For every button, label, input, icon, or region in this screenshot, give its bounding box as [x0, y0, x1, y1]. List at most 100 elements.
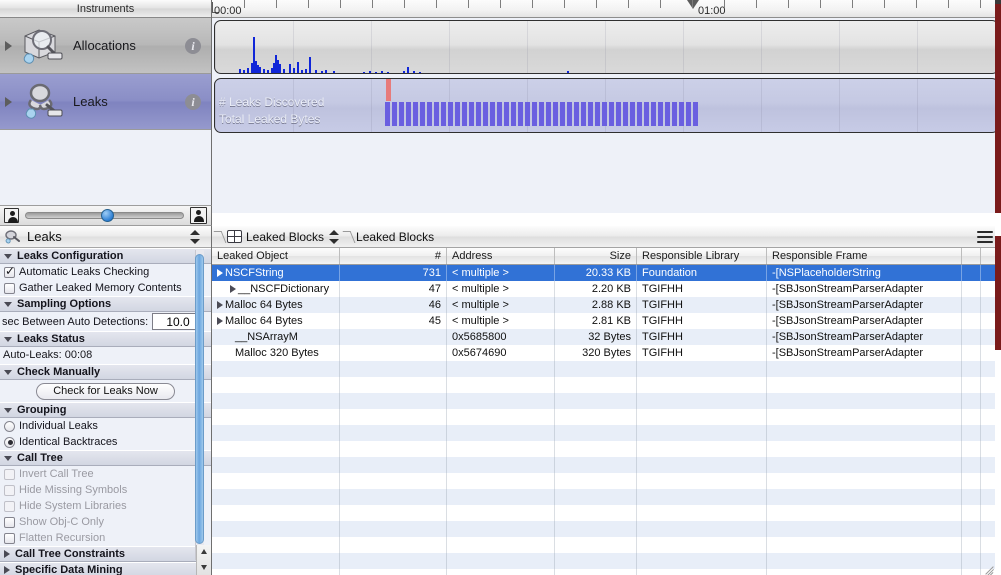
cell-empty	[767, 537, 962, 553]
disclosure-triangle-icon[interactable]	[5, 96, 12, 107]
radio-label: Individual Leaks	[19, 420, 98, 432]
instrument-label-allocations: Allocations	[73, 38, 136, 53]
section-check-manually[interactable]: Check Manually	[0, 364, 211, 380]
table-row[interactable]: Malloc 64 Bytes 45 < multiple >2.81 KB TGIF…	[212, 313, 1001, 329]
cell-object: __NSCFDictionary	[212, 281, 340, 297]
checkbox-invert-call-tree[interactable]: Invert Call Tree	[0, 466, 211, 482]
checkbox-show-objc-only[interactable]: Show Obj-C Only	[0, 514, 211, 530]
cell-empty	[340, 489, 447, 505]
column-header-address[interactable]: Address	[447, 248, 555, 264]
section-label: Sampling Options	[17, 298, 112, 310]
cell-empty	[962, 569, 981, 575]
row-disclosure-triangle-icon[interactable]	[217, 268, 223, 277]
check-for-leaks-now-button[interactable]: Check for Leaks Now	[36, 382, 175, 400]
track-zoom-slider[interactable]	[0, 205, 212, 226]
table-row-empty	[212, 457, 1001, 473]
column-header-library[interactable]: Responsible Library	[637, 248, 767, 264]
zoom-slider-track[interactable]	[25, 209, 184, 222]
radio-icon[interactable]	[4, 436, 15, 448]
breadcrumb-item-1[interactable]: Leaked Blocks	[356, 230, 434, 244]
cell-count	[340, 329, 447, 345]
total-leaked-bytes-bar	[462, 102, 467, 126]
table-row[interactable]: __NSCFDictionary 47 < multiple >2.20 KB TGI…	[212, 281, 1001, 297]
section-label: Leaks Configuration	[17, 250, 124, 262]
section-leaks-configuration[interactable]: Leaks Configuration	[0, 248, 211, 264]
checkbox-label: Automatic Leaks Checking	[19, 266, 150, 278]
inspector-scroll-arrows[interactable]	[196, 545, 211, 575]
cell-count: 46	[340, 297, 447, 313]
section-leaks-status[interactable]: Leaks Status	[0, 331, 211, 347]
checkbox-icon[interactable]	[4, 265, 15, 278]
cell-object: Malloc 64 Bytes	[212, 297, 340, 313]
zoom-slider-knob[interactable]	[101, 209, 115, 222]
cell-x1	[962, 297, 981, 313]
allocation-spike	[321, 71, 323, 73]
checkbox-icon[interactable]	[4, 500, 15, 512]
total-leaked-bytes-bar	[623, 102, 628, 126]
checkbox-icon[interactable]	[4, 484, 15, 496]
track-gridline	[449, 21, 450, 73]
instrument-row-leaks[interactable]: Leaks i	[0, 74, 211, 130]
cell-empty	[962, 553, 981, 569]
track-gridline	[371, 79, 372, 132]
column-header-size[interactable]: Size	[555, 248, 637, 264]
cell-empty	[340, 377, 447, 393]
section-call-tree-constraints[interactable]: Call Tree Constraints	[0, 546, 211, 562]
table-row[interactable]: Malloc 64 Bytes 46 < multiple >2.88 KB TGIF…	[212, 297, 1001, 313]
radio-individual-leaks[interactable]: Individual Leaks	[0, 418, 211, 434]
hamburger-icon[interactable]	[977, 231, 993, 243]
row-disclosure-triangle-icon[interactable]	[217, 300, 223, 309]
allocation-spike	[403, 71, 405, 73]
timeline-ruler[interactable]: 00:00 01:00	[212, 0, 1001, 18]
checkbox-gather-leaked-memory-contents[interactable]: Gather Leaked Memory Contents	[0, 280, 211, 296]
checkbox-icon[interactable]	[4, 468, 15, 480]
section-specific-data-mining[interactable]: Specific Data Mining	[0, 562, 211, 575]
total-leaked-bytes-bar	[497, 102, 502, 126]
updown-chevron-icon[interactable]	[190, 229, 201, 245]
checkbox-icon[interactable]	[4, 282, 15, 294]
checkbox-icon[interactable]	[4, 516, 15, 528]
total-leaked-bytes-bar	[392, 102, 397, 126]
scroll-up-arrow-icon[interactable]	[197, 545, 211, 560]
track-gridline	[215, 79, 216, 132]
checkbox-automatic-leaks-checking[interactable]: Automatic Leaks Checking	[0, 264, 211, 280]
info-icon-leaks[interactable]: i	[185, 93, 201, 110]
radio-identical-backtraces[interactable]: Identical Backtraces	[0, 434, 211, 450]
inspector-scrollbar[interactable]	[195, 250, 204, 560]
allocations-track[interactable]	[214, 20, 999, 74]
info-icon-allocations[interactable]: i	[185, 37, 201, 54]
total-leaked-bytes-bar	[637, 102, 642, 126]
row-disclosure-triangle-icon[interactable]	[217, 316, 223, 325]
track-gridline	[917, 79, 918, 132]
checkbox-flatten-recursion[interactable]: Flatten Recursion	[0, 530, 211, 546]
table-row[interactable]: NSCFString 731 < multiple >20.33 KB Foundat…	[212, 265, 1001, 281]
column-header-x1[interactable]	[962, 248, 981, 264]
scroll-down-arrow-icon[interactable]	[197, 560, 211, 575]
checkbox-hide-missing-symbols[interactable]: Hide Missing Symbols	[0, 482, 211, 498]
column-header-frame[interactable]: Responsible Frame	[767, 248, 962, 264]
cell-empty	[555, 553, 637, 569]
scrollbar-thumb[interactable]	[195, 254, 204, 544]
inspector-title-bar[interactable]: Leaks	[0, 226, 211, 248]
ruler-tick	[468, 0, 469, 8]
section-grouping[interactable]: Grouping	[0, 402, 211, 418]
section-call-tree[interactable]: Call Tree	[0, 450, 211, 466]
instrument-row-allocations[interactable]: Allocations i	[0, 18, 211, 74]
updown-chevron-icon[interactable]	[329, 229, 340, 245]
section-sampling-options[interactable]: Sampling Options	[0, 296, 211, 312]
table-row[interactable]: __NSArrayM 0x5685800 32 Bytes TGIFHH -[SBJso…	[212, 329, 1001, 345]
column-header-count[interactable]: #	[340, 248, 447, 264]
resize-grip-icon[interactable]	[983, 560, 997, 575]
cell-empty	[637, 569, 767, 575]
checkbox-icon[interactable]	[4, 532, 15, 544]
disclosure-triangle-icon[interactable]	[5, 40, 12, 51]
ruler-tick	[628, 0, 629, 8]
column-header-object[interactable]: Leaked Object	[212, 248, 340, 264]
table-row[interactable]: Malloc 320 Bytes 0x5674690 320 Bytes TGIFHH…	[212, 345, 1001, 361]
cell-library: TGIFHH	[637, 313, 767, 329]
breadcrumb-item-0[interactable]: Leaked Blocks	[246, 230, 324, 244]
row-disclosure-triangle-icon[interactable]	[230, 284, 236, 293]
leaks-track[interactable]: # Leaks Discovered Total Leaked Bytes	[214, 78, 999, 133]
checkbox-hide-system-libraries[interactable]: Hide System Libraries	[0, 498, 211, 514]
radio-icon[interactable]	[4, 420, 15, 432]
